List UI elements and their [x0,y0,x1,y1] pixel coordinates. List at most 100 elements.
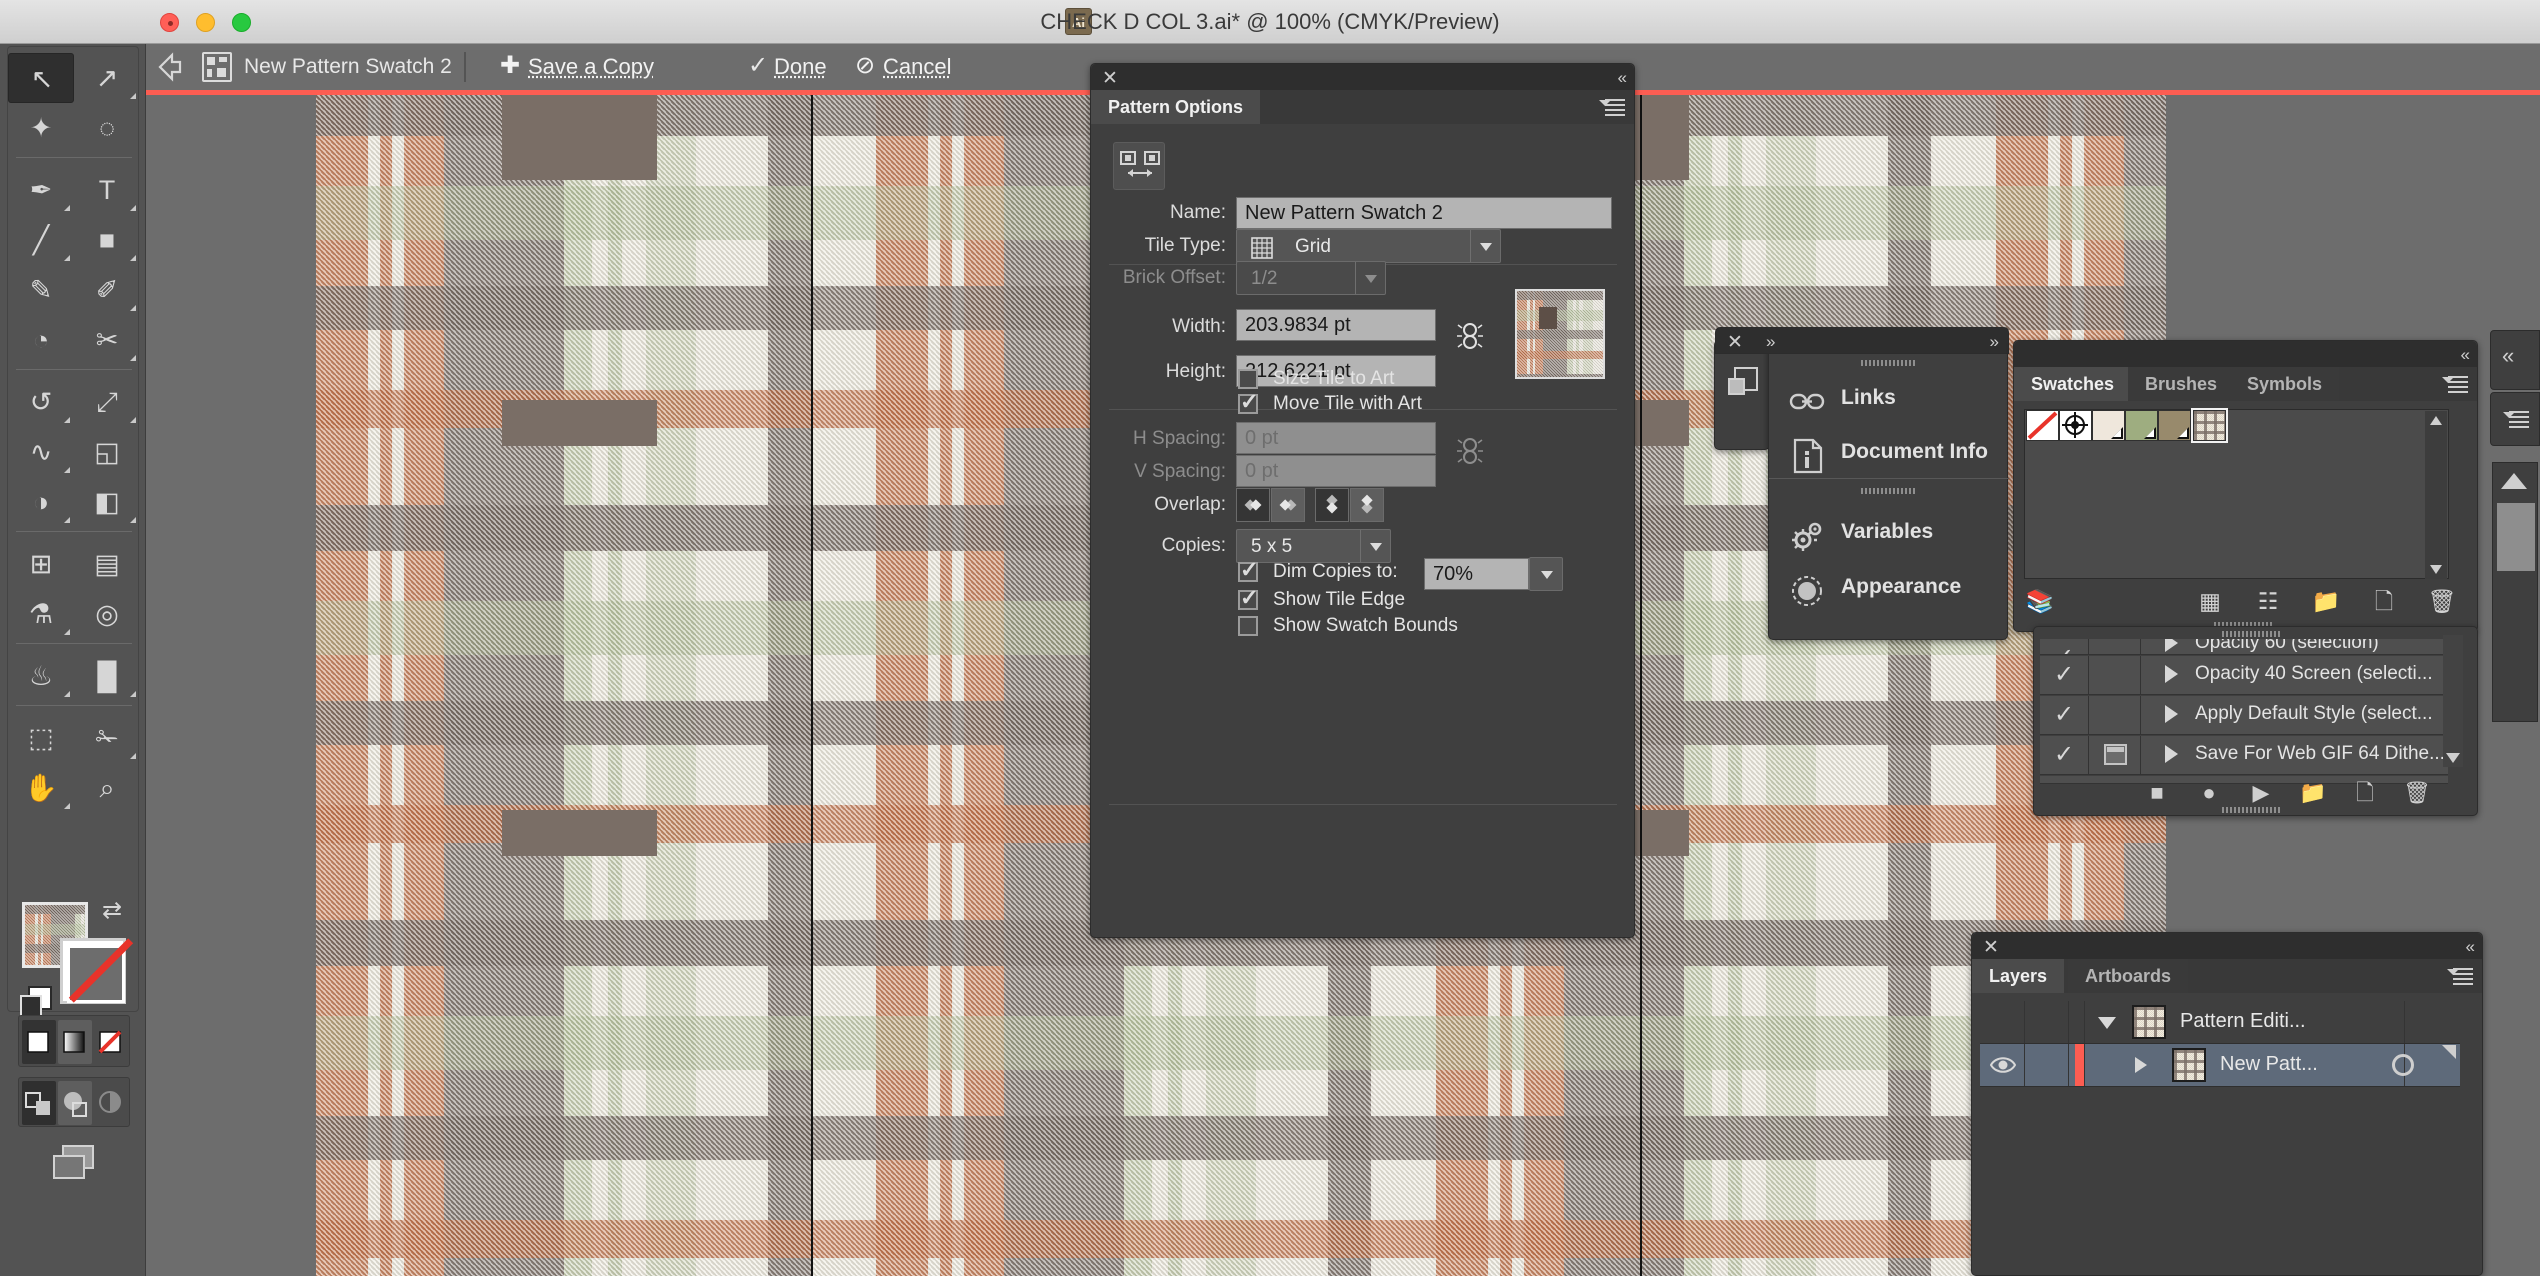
tool-pen-tool[interactable]: ✒ [8,165,74,215]
tab-pattern-options[interactable]: Pattern Options [1091,90,1260,124]
tab-brushes[interactable]: Brushes [2128,367,2234,401]
copies-select[interactable]: 5 x 5 [1236,529,1391,563]
tool-direct-selection-tool[interactable]: ↗ [74,53,140,103]
tab-artboards[interactable]: Artboards [2068,959,2188,993]
panel-grip[interactable] [1861,360,1917,366]
swatches-scrollbar[interactable] [2425,411,2447,579]
expand-triangle-icon[interactable] [2165,639,2178,652]
action-dialog-toggle[interactable] [2104,744,2127,765]
scroll-up-icon[interactable] [2501,473,2527,489]
tool-pencil-tool[interactable]: ✐ [74,265,140,315]
tool-rotate-tool[interactable]: ↺ [8,377,74,427]
delete-action-icon[interactable]: 🗑 [2394,777,2440,809]
collapse-icon[interactable]: « [2466,937,2472,957]
exit-pattern-edit-icon[interactable] [158,51,190,83]
fill-stroke-control[interactable]: ⇄ [22,902,126,1002]
sage-swatch[interactable] [2125,410,2158,441]
chevron-down-icon[interactable] [1532,558,1562,590]
cream-swatch[interactable] [2092,410,2125,441]
swatch-libraries-icon[interactable]: 📚 [2020,584,2060,618]
dock-strip-menu[interactable] [2490,392,2540,446]
collapse-icon[interactable]: « [2502,343,2510,369]
tool-shape-builder-tool[interactable]: ◑ [8,477,74,527]
chevron-down-icon[interactable] [1360,530,1390,562]
pattern-tile-tool-button[interactable] [1113,142,1165,190]
scroll-thumb[interactable] [2497,503,2535,571]
tool-blend-tool[interactable]: ◎ [74,589,140,639]
close-icon[interactable]: ✕ [1983,936,1999,959]
table-row[interactable]: ✓ Opacity 60 (selection) [2040,639,2448,655]
tool-rectangle-tool[interactable]: ■ [74,215,140,265]
stop-icon[interactable]: ■ [2134,777,2180,809]
collapse-icon[interactable]: « [2461,345,2467,365]
delete-swatch-icon[interactable]: 🗑 [2422,584,2462,618]
dim-copies-dropdown[interactable] [1529,557,1563,591]
tool-type-tool[interactable]: T [74,165,140,215]
new-action-icon[interactable]: 🗋 [2342,777,2388,809]
show-swatch-bounds-checkbox[interactable] [1238,616,1258,636]
new-color-group-icon[interactable]: 📁 [2306,584,2346,618]
collapse-triangle-icon[interactable] [2098,1017,2116,1029]
layers-panel[interactable]: ✕ « Layers Artboards Pattern Editi... Ne… [1971,932,2483,1276]
draw-normal-button[interactable] [22,1081,56,1125]
tab-swatches[interactable]: Swatches [2014,367,2131,401]
tool-line-segment-tool[interactable]: ╱ [8,215,74,265]
action-enabled-check[interactable]: ✓ [2054,700,2074,729]
layer-row-pattern-editing[interactable]: Pattern Editi... [1980,1001,2460,1044]
tool-symbol-sprayer-tool[interactable]: ♨ [8,651,74,701]
tile-type-select[interactable]: Grid [1236,229,1501,263]
overlap-right-in-front-button[interactable] [1271,488,1305,522]
none-swatch[interactable] [2026,410,2059,441]
stroke-swatch[interactable] [60,938,126,1004]
swatches-panel[interactable]: « Swatches Brushes Symbols [2013,340,2478,632]
links-menu-item[interactable]: Links [1769,374,2009,430]
size-tile-to-art-checkbox[interactable] [1238,369,1258,389]
tool-gradient-tool[interactable]: ▤ [74,539,140,589]
show-tile-edge-checkbox[interactable] [1238,590,1258,610]
panel-grip[interactable] [2222,631,2280,637]
registration-swatch[interactable] [2059,410,2092,441]
pattern-swatch[interactable] [2193,410,2226,441]
table-row[interactable]: ✓ Opacity 40 Screen (selecti... [2040,656,2448,695]
panel-menu-icon[interactable] [2503,409,2529,429]
pattern-options-panel[interactable]: ✕ « Pattern Options Name: New Pattern Sw… [1090,63,1635,938]
color-mode-switch[interactable] [18,1015,130,1067]
table-row[interactable]: ✓ Save For Web GIF 64 Dithe... [2040,736,2448,775]
collapsed-panel-strip[interactable] [1714,340,1770,450]
actions-scrollbar[interactable] [2443,635,2463,767]
tool-paintbrush-tool[interactable]: ✎ [8,265,74,315]
panel-grip[interactable] [1861,488,1917,494]
close-icon[interactable]: ✕ [1727,331,1743,354]
constrain-proportions-icon[interactable] [1456,319,1484,353]
tool-scissors-tool[interactable]: ✂ [74,315,140,365]
tool-slice-tool[interactable]: ✁ [74,713,140,763]
expand-triangle-icon[interactable] [2135,1057,2147,1073]
tool-eyedropper-tool[interactable]: ⚗ [8,589,74,639]
tab-layers[interactable]: Layers [1972,959,2064,993]
draw-behind-button[interactable] [58,1081,92,1125]
color-mode-none-button[interactable] [94,1020,128,1064]
dock-strip-collapse[interactable]: « [2490,330,2540,390]
tool-magic-wand-tool[interactable]: ✦ [8,103,74,153]
tool-column-graph-tool[interactable]: █ [74,651,140,701]
swatches-footer[interactable]: 📚 ▦ ☷ 📁 🗋 🗑 [2020,584,2470,620]
expand-icon[interactable]: » [1990,332,1996,352]
chevron-down-icon[interactable] [1470,230,1500,262]
expand-icon[interactable]: » [1766,332,1772,352]
tool-free-transform-tool[interactable]: ◱ [74,427,140,477]
play-icon[interactable]: ▶ [2238,777,2284,809]
panel-menu-icon[interactable] [2447,966,2473,986]
move-tile-with-art-checkbox[interactable] [1238,394,1258,414]
overlap-left-in-front-button[interactable] [1236,488,1270,522]
color-mode-color-button[interactable] [22,1020,56,1064]
expand-triangle-icon[interactable] [2165,705,2178,723]
appearance-menu-item[interactable]: Appearance [1769,563,2009,619]
drawing-mode-switch[interactable] [18,1077,130,1127]
dim-copies-checkbox[interactable] [1238,562,1258,582]
tools-panel[interactable]: ↖↗✦◌✒T╱■✎✐◔✂↺⤢∿◱◑◧⊞▤⚗◎♨█⬚✁✋⌕ ⇄ [0,44,146,1276]
action-enabled-check[interactable]: ✓ [2054,660,2074,689]
color-mode-gradient-button[interactable] [58,1020,92,1064]
tool-width-tool[interactable]: ∿ [8,427,74,477]
panel-menu-icon[interactable] [1599,97,1625,117]
tool-artboard-tool[interactable]: ⬚ [8,713,74,763]
